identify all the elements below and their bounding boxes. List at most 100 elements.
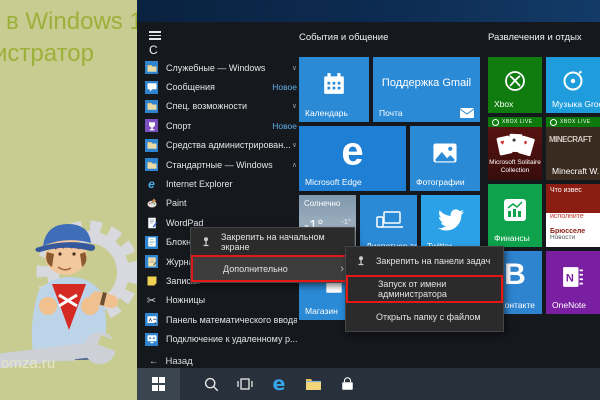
app-item-sredstva-administrirovaniya[interactable]: Средства администрирован...∨ [145,136,297,155]
promo-panel: в Windows 10 · истратор [0,0,137,400]
app-label: Стандартные — Windows [166,160,290,170]
tile-xbox[interactable]: Xbox [488,57,542,113]
app-item-standartnye-windows[interactable]: Стандартные — Windows∧ [145,155,297,174]
app-label: Спорт [166,121,270,131]
hamburger-menu-icon[interactable] [149,31,161,40]
menu-item-run-as-administrator[interactable]: Запуск от имени администратора [346,275,503,303]
back-arrow-icon: ← [149,356,159,367]
task-view-icon [237,377,253,391]
devices-icon [375,210,403,230]
app-label: Сообщения [166,82,270,92]
search-button[interactable] [194,368,228,400]
tile-onenote[interactable]: N OneNote [546,251,600,314]
file-explorer-icon [305,377,322,391]
app-label: Средства администрирован... [166,140,290,150]
chevron-down-icon: ∨ [292,102,297,110]
app-item-sport[interactable]: СпортНовое [145,116,297,135]
paint-icon [145,197,158,210]
wordpad-icon [145,216,158,229]
tile-finance[interactable]: Финансы [488,184,542,247]
app-label: Подключение к удаленному р... [166,334,297,344]
menu-item-label: Закрепить на начальном экране [221,232,354,252]
envelope-icon [460,108,474,118]
store-bag-icon [340,377,355,392]
watermark: omza.ru [1,355,55,372]
taskbar: e [137,368,600,400]
app-item-soobshcheniya[interactable]: СообщенияНовое [145,77,297,96]
folder-icon [145,158,158,171]
tile-mail[interactable]: Поддержка Gmail Почта [373,57,480,122]
tile-photos[interactable]: Фотографии [410,126,480,191]
weather-high: -1° [341,217,351,226]
playing-cards-icon: ♥ ♠ ♦ [495,130,535,160]
tile-minecraft[interactable]: XBOX LIVE MINECRAFT Minecraft W... [546,117,600,180]
svg-text:N: N [566,273,574,285]
edge-taskbar-button[interactable]: e [262,368,296,400]
menu-item-pin-to-taskbar[interactable]: Закрепить на панели задач [346,247,503,275]
app-item-paint[interactable]: Paint [145,194,297,213]
store-taskbar-button[interactable] [330,368,364,400]
tile-solitaire[interactable]: XBOX LIVE ♥ ♠ ♦ Microsoft Solitaire Coll… [488,117,542,180]
tile-label: Xbox [494,99,513,109]
menu-item-label: Дополнительно [223,264,288,274]
xbox-live-banner: XBOX LIVE [488,117,542,127]
sticky-icon [145,274,158,287]
app-label: Ножницы [166,295,297,305]
alphabet-section-header[interactable]: C [149,43,158,57]
tile-news[interactable]: Что извес исполните Новости Брюсселе [546,184,600,247]
tile-label: Microsoft Solitaire Collection [488,159,542,175]
new-badge: Новое [272,82,297,92]
context-submenu: Закрепить на панели задач Запуск от имен… [345,246,504,332]
finance-chart-icon [503,198,527,222]
app-label: Спец. возможности [166,101,290,111]
sport-icon [145,119,158,132]
app-item-spec-vozmozhnosti[interactable]: Спец. возможности∨ [145,97,297,116]
screen: в Windows 10 · истратор [0,0,600,400]
tile-label: Финансы [494,233,530,243]
app-item-panel-matematicheskogo-vvoda[interactable]: Панель математического ввода [145,310,297,329]
context-menu: Закрепить на начальном экране Дополнител… [190,227,355,283]
svg-text:♠: ♠ [512,137,516,144]
group-header-entertainment[interactable]: Развлечения и отдых [488,32,582,43]
app-item-sluzhebnye-windows[interactable]: Служебные — Windows∨ [145,58,297,77]
app-item-podklyuchenie-k-udalennomu[interactable]: Подключение к удаленному р... [145,329,297,348]
news-headline-3: Брюсселе [550,228,585,235]
menu-item-label: Открыть папку с файлом [376,312,481,322]
menu-item-more[interactable]: Дополнительно › [191,255,354,282]
task-view-button[interactable] [228,368,262,400]
xbox-live-ball-icon [550,119,557,126]
tile-label: Microsoft Edge [305,177,362,187]
xbox-live-banner: XBOX LIVE [546,117,600,127]
tile-calendar[interactable]: Календарь [299,57,369,122]
menu-item-open-file-location[interactable]: Открыть папку с файлом [346,303,503,331]
back-button[interactable]: ← Назад [149,356,193,367]
vk-logo-letter: B [504,258,526,292]
folder-icon [145,100,158,113]
tile-microsoft-edge[interactable]: e Microsoft Edge [299,126,406,191]
group-header-events[interactable]: События и общение [299,32,388,43]
menu-item-pin-to-start[interactable]: Закрепить на начальном экране [191,228,354,255]
chevron-down-icon: ∨ [292,141,297,149]
promo-title-line2: истратор [0,40,94,68]
windows-logo-icon [152,377,166,391]
edge-logo-icon: e [341,130,363,175]
app-list: Служебные — Windows∨СообщенияНовоеСпец. … [145,58,297,349]
twitter-bird-icon [438,207,464,233]
app-item-nozhnitsy[interactable]: ✂ Ножницы [145,291,297,310]
mathinput-icon [145,313,158,326]
chevron-up-icon: ∧ [292,161,297,169]
tile-groove-music[interactable]: Музыка Groove [546,57,600,113]
folder-icon [145,139,158,152]
messaging-icon [145,81,158,94]
file-explorer-button[interactable] [296,368,330,400]
tile-label: Магазин [305,306,338,316]
search-icon [204,377,219,392]
tile-label: OneNote [552,300,586,310]
app-item-internet-explorer[interactable]: eInternet Explorer [145,174,297,193]
scissors-icon: ✂ [145,294,158,307]
news-label: Новости [550,234,575,241]
app-label: Панель математического ввода [166,315,297,325]
start-button[interactable] [137,368,180,400]
xbox-live-ball-icon [492,119,499,126]
chevron-right-icon: › [340,263,344,275]
